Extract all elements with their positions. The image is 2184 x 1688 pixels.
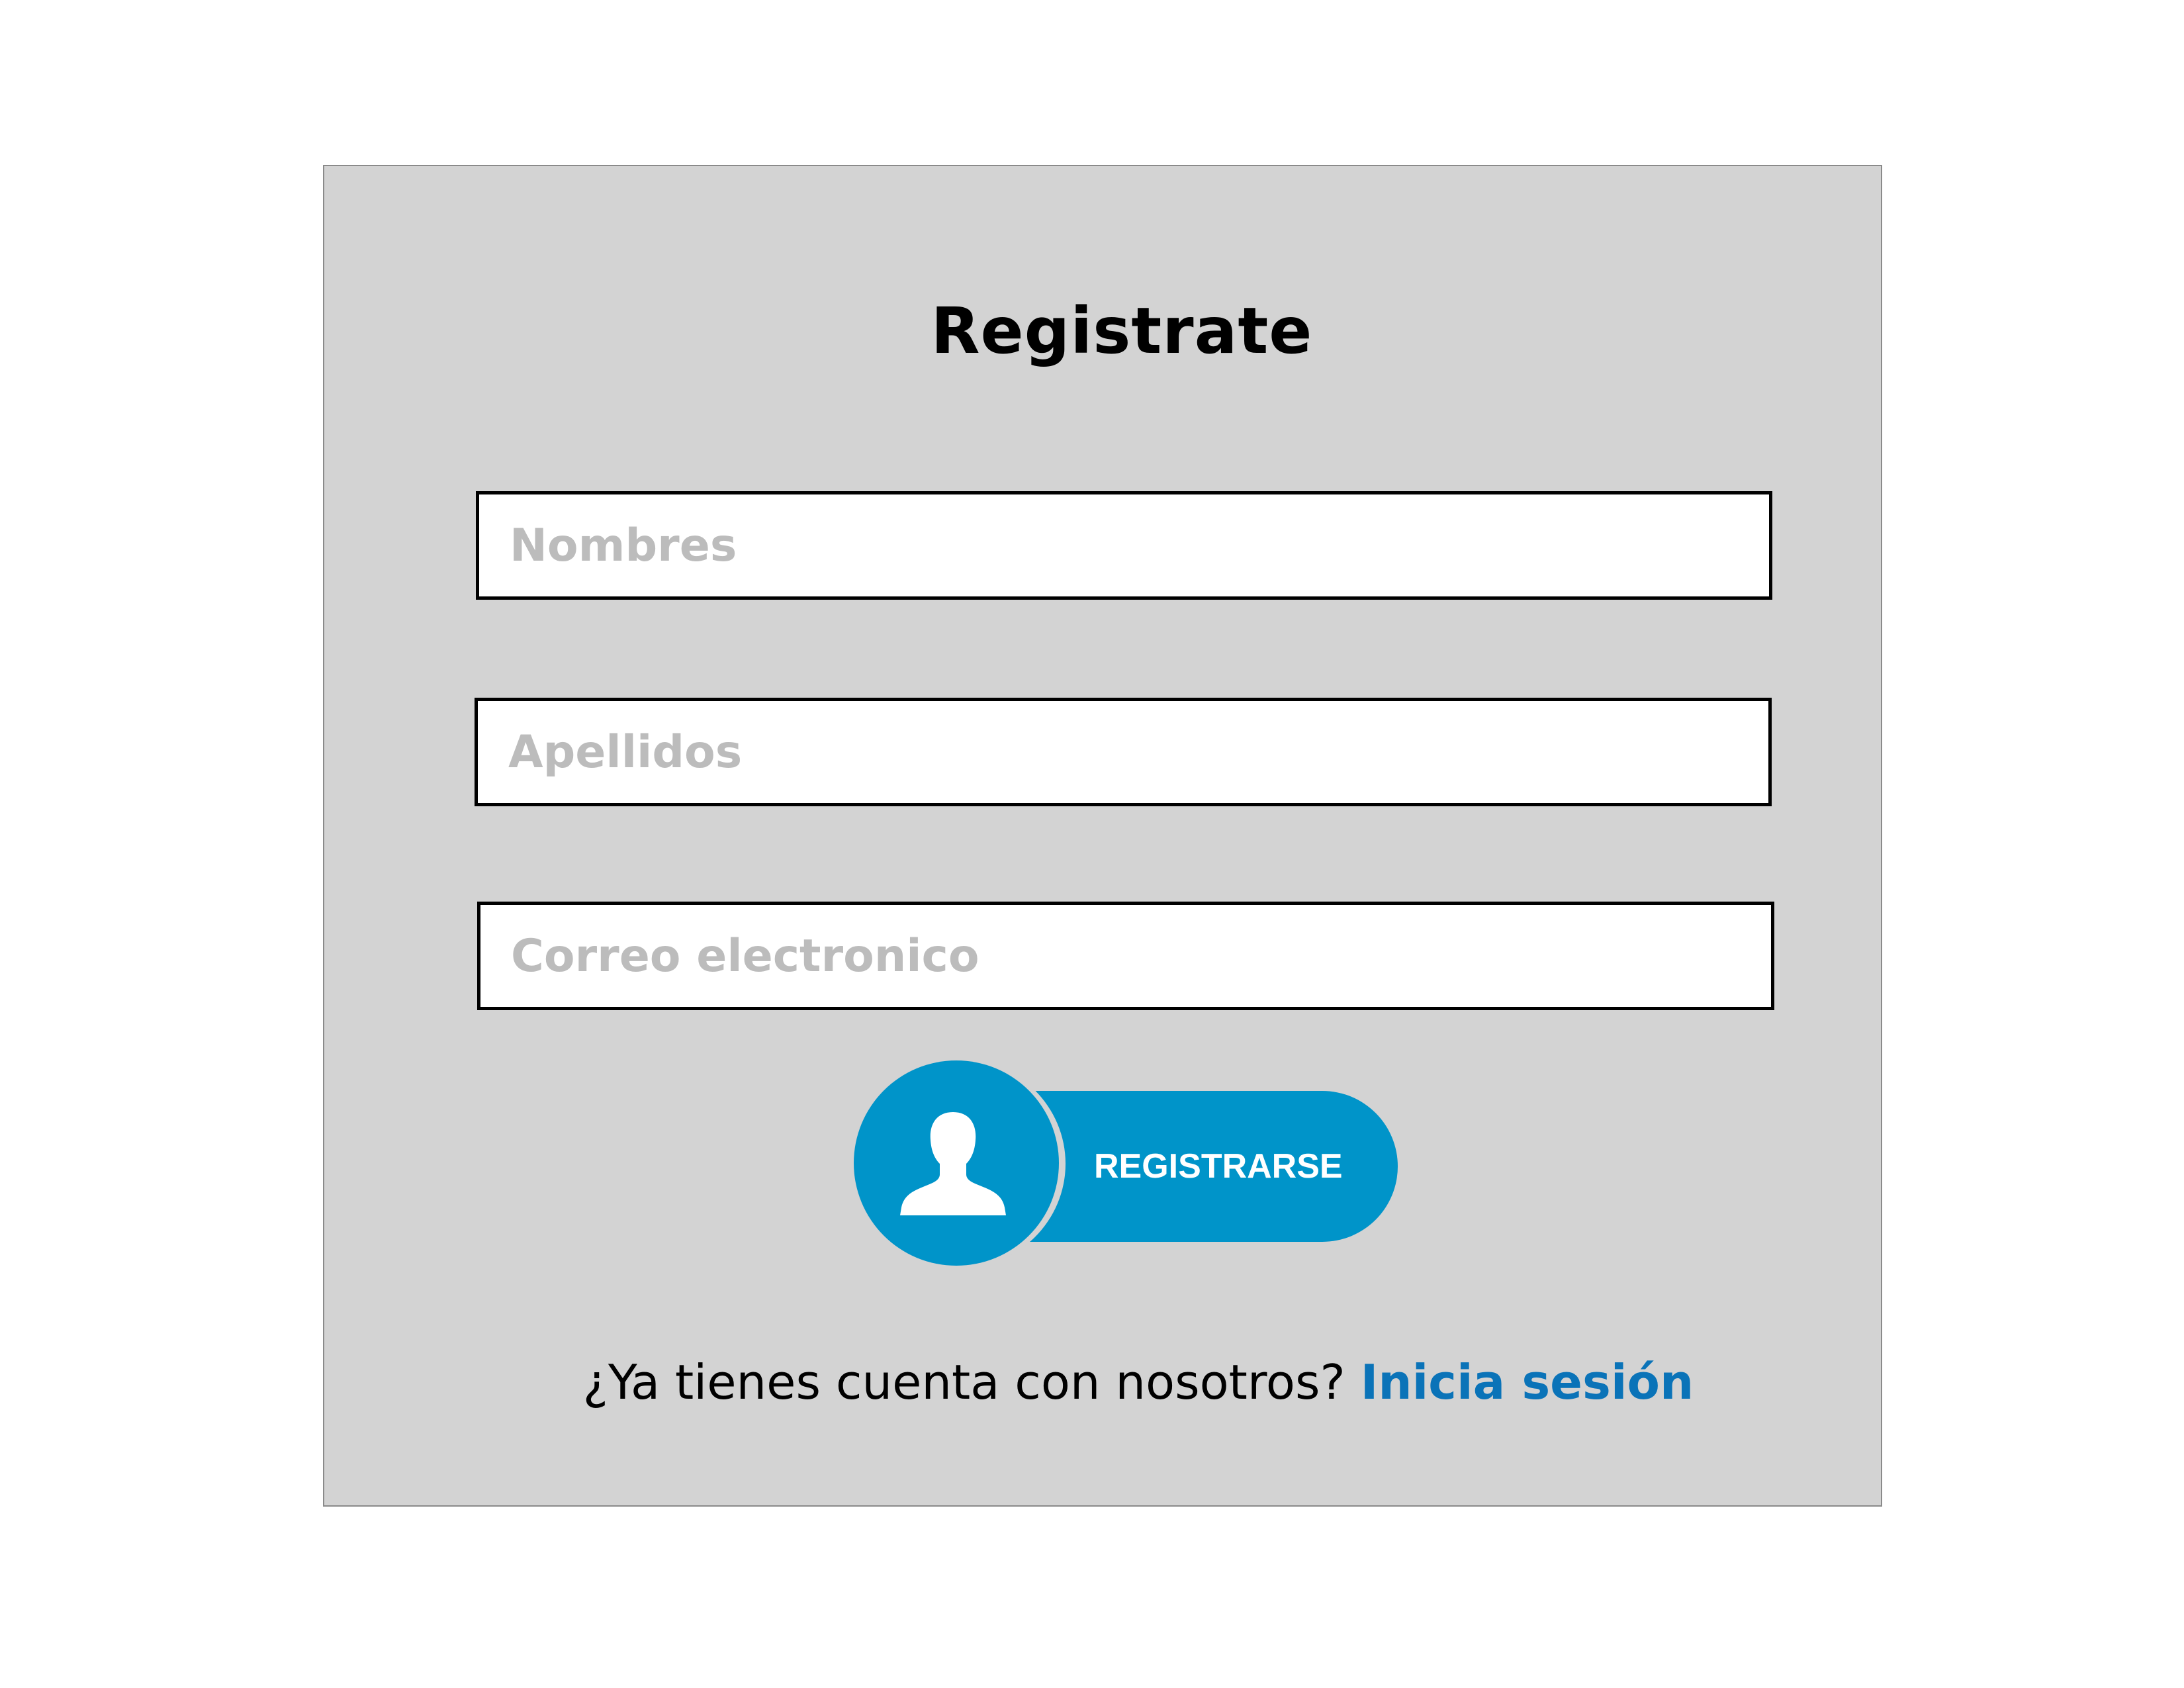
register-button-label: REGISTRARSE: [1094, 1147, 1343, 1186]
page-title: Registrate: [931, 294, 1313, 368]
login-prompt-text: ¿Ya tienes cuenta con nosotros?: [582, 1354, 1345, 1410]
login-link[interactable]: Inicia sesión: [1361, 1354, 1694, 1410]
email-field[interactable]: [477, 902, 1774, 1010]
apellidos-field[interactable]: [475, 698, 1772, 806]
register-button-circle: [854, 1060, 1059, 1266]
login-prompt: ¿Ya tienes cuenta con nosotros? Inicia s…: [0, 1350, 2184, 1414]
user-icon: [900, 1112, 1006, 1215]
register-button[interactable]: REGISTRARSE: [852, 1059, 1398, 1268]
nombres-field[interactable]: [476, 491, 1772, 600]
